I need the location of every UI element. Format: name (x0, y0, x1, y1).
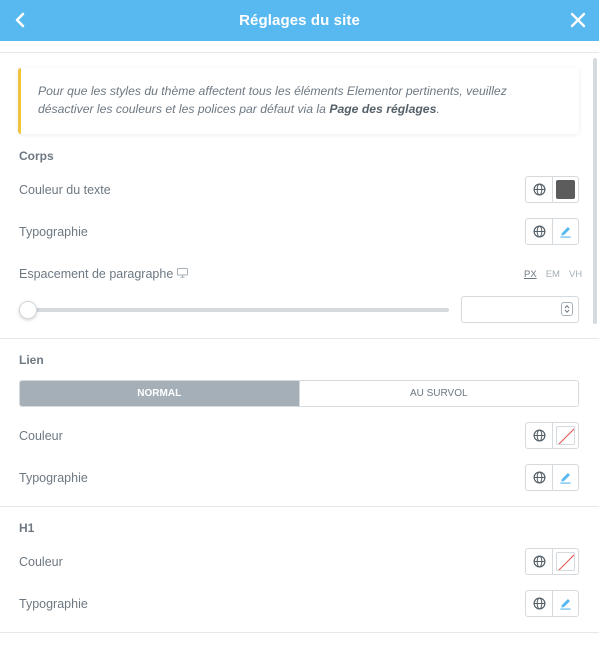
paragraph-spacing-label: Espacement de paragraphe (19, 267, 174, 281)
divider (0, 338, 599, 339)
color-swatch (556, 180, 575, 199)
link-color-picker[interactable] (552, 423, 578, 448)
number-spinner[interactable] (561, 302, 573, 316)
section-title-corps: Corps (19, 149, 54, 163)
globe-icon (533, 183, 545, 196)
h1-color-picker[interactable] (552, 549, 578, 574)
globe-icon (533, 225, 545, 238)
link-color-control (525, 422, 579, 449)
close-icon (570, 12, 586, 28)
global-colors-button[interactable] (526, 177, 552, 202)
text-color-label: Couleur du texte (19, 183, 111, 197)
section-title-h1: H1 (19, 521, 35, 535)
unit-px[interactable]: PX (524, 269, 537, 280)
chevron-left-icon (15, 12, 25, 28)
text-color-control (525, 176, 579, 203)
h1-color-label: Couleur (19, 555, 63, 569)
globe-icon (533, 471, 545, 484)
back-button[interactable] (8, 8, 32, 32)
section-title-lien: Lien (19, 353, 44, 367)
edit-typography-button[interactable] (552, 591, 578, 616)
global-colors-button[interactable] (526, 549, 552, 574)
typography-label: Typographie (19, 225, 88, 239)
unit-vh[interactable]: VH (569, 269, 582, 280)
unit-em[interactable]: EM (546, 269, 560, 280)
link-typography-control (525, 464, 579, 491)
globe-icon (533, 555, 545, 568)
notice-text-end: . (436, 102, 440, 116)
scrollbar[interactable] (593, 58, 597, 324)
pencil-icon (560, 227, 571, 238)
globe-icon (533, 429, 545, 442)
h1-color-control (525, 548, 579, 575)
link-state-tabs: NORMAL AU SURVOL (19, 380, 579, 407)
global-colors-button[interactable] (526, 423, 552, 448)
desktop-icon[interactable] (177, 268, 188, 278)
paragraph-spacing-slider[interactable] (19, 308, 449, 312)
edit-typography-button[interactable] (552, 219, 578, 244)
panel-header: Réglages du site (0, 0, 599, 41)
divider (0, 506, 599, 507)
globe-icon (533, 597, 545, 610)
global-fonts-button[interactable] (526, 219, 552, 244)
h1-typography-label: Typographie (19, 597, 88, 611)
divider (0, 52, 599, 53)
no-color-swatch (556, 426, 575, 445)
tab-hover[interactable]: AU SURVOL (298, 381, 578, 406)
divider (0, 632, 599, 633)
panel-title: Réglages du site (239, 12, 360, 29)
settings-page-link[interactable]: Page des réglages (329, 102, 436, 116)
pencil-icon (560, 599, 571, 610)
global-fonts-button[interactable] (526, 465, 552, 490)
pencil-icon (560, 473, 571, 484)
h1-typography-control (525, 590, 579, 617)
no-color-icon (558, 428, 574, 444)
edit-typography-button[interactable] (552, 465, 578, 490)
no-color-swatch (556, 552, 575, 571)
slider-handle[interactable] (19, 301, 37, 319)
link-typography-label: Typographie (19, 471, 88, 485)
theme-style-notice: Pour que les styles du thème affectent t… (18, 68, 579, 134)
link-color-label: Couleur (19, 429, 63, 443)
global-fonts-button[interactable] (526, 591, 552, 616)
tab-normal[interactable]: NORMAL (20, 381, 299, 406)
no-color-icon (558, 554, 574, 570)
text-color-picker[interactable] (552, 177, 578, 202)
spinner-arrows-icon (564, 305, 570, 313)
unit-switcher: PX EM VH (524, 269, 582, 280)
typography-control (525, 218, 579, 245)
close-button[interactable] (566, 8, 590, 32)
